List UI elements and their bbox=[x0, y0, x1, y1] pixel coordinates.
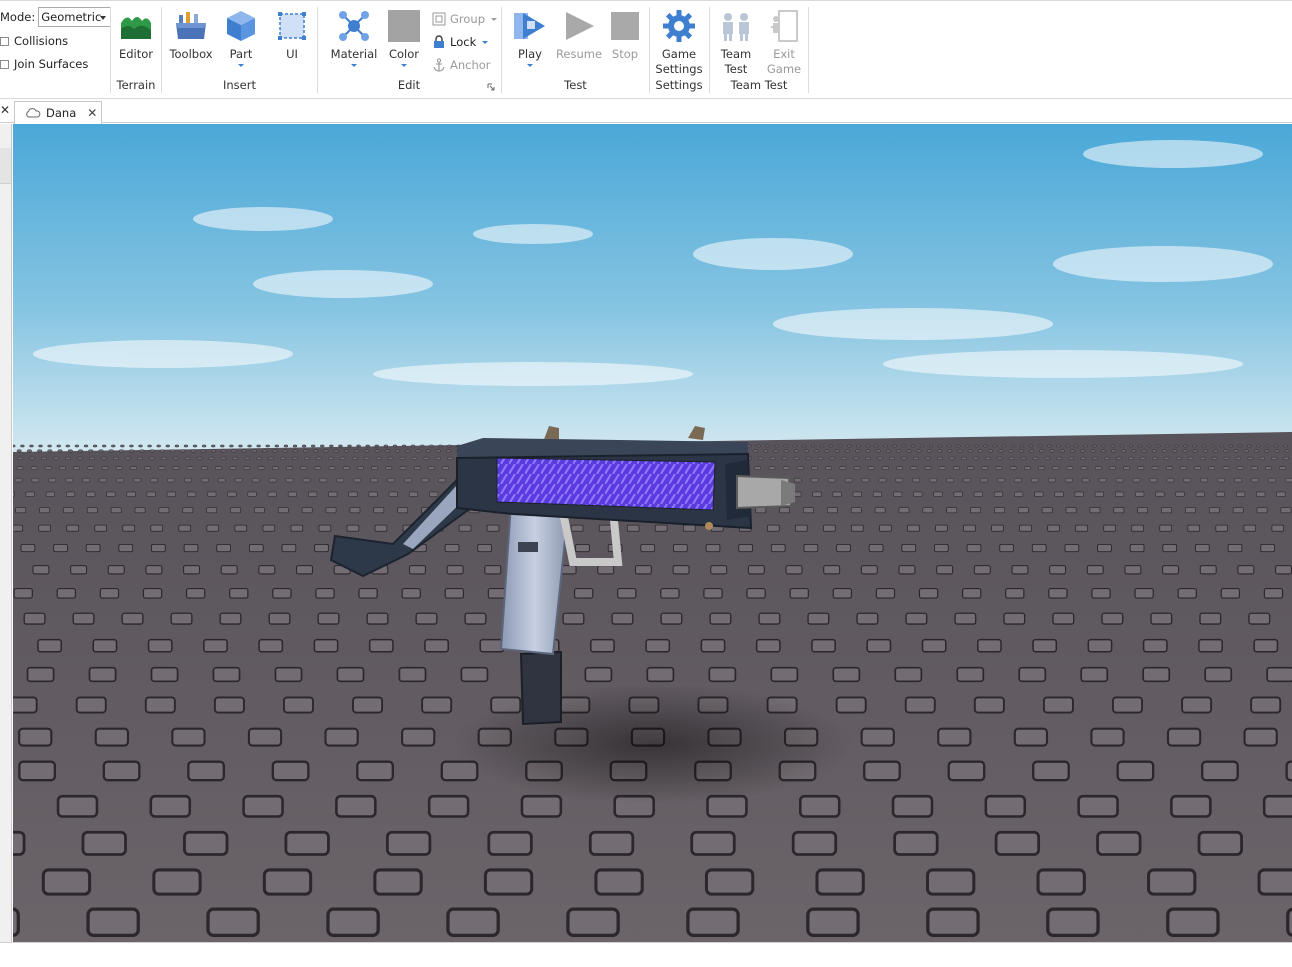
toolbox-icon bbox=[176, 12, 206, 39]
team-test-icon bbox=[723, 13, 749, 41]
exit-game-icon bbox=[771, 10, 798, 42]
color-swatch-icon bbox=[388, 10, 420, 42]
part-button[interactable]: Part bbox=[221, 9, 261, 67]
exit-game-button[interactable]: Exit Game bbox=[764, 9, 804, 77]
color-label: Color bbox=[388, 47, 420, 61]
toolbox-button[interactable]: Toolbox bbox=[168, 9, 214, 62]
team-test-label-line2: Test bbox=[724, 62, 748, 76]
exit-game-label-line2: Game bbox=[766, 62, 802, 76]
terrain-group: Editor Terrain bbox=[111, 5, 161, 95]
sky bbox=[13, 124, 1292, 459]
test-group-label: Test bbox=[564, 78, 587, 92]
status-bar bbox=[0, 942, 1292, 967]
ribbon-toolbar: Mode: Geometric Collisions Join Surfaces… bbox=[0, 0, 1292, 99]
resume-icon bbox=[566, 12, 594, 40]
team-test-group-label: Team Test bbox=[730, 78, 788, 92]
team-test-group: Team Test Exit Game Team Test bbox=[710, 5, 808, 95]
terrain-editor-label: Editor bbox=[118, 47, 154, 61]
resume-button[interactable]: Resume bbox=[554, 9, 604, 62]
anchor-button[interactable]: Anchor bbox=[432, 56, 491, 74]
ui-button[interactable]: UI bbox=[274, 9, 310, 62]
group-icon bbox=[432, 12, 446, 26]
stop-button[interactable]: Stop bbox=[606, 9, 644, 62]
exit-game-label: Exit Game bbox=[764, 47, 804, 77]
team-test-label: Team Test bbox=[716, 47, 756, 77]
terrain-editor-icon bbox=[121, 17, 151, 39]
ui-label: UI bbox=[286, 47, 298, 61]
collisions-checkbox[interactable] bbox=[0, 36, 9, 46]
play-button[interactable]: Play bbox=[510, 9, 550, 67]
gear-icon bbox=[663, 10, 695, 42]
collisions-toggle[interactable]: Collisions bbox=[0, 34, 68, 48]
game-settings-button[interactable]: Game Settings bbox=[654, 9, 704, 77]
cloud-icon bbox=[26, 108, 41, 118]
chevron-down-icon[interactable] bbox=[351, 64, 357, 67]
insert-group-label: Insert bbox=[223, 78, 256, 92]
team-test-button[interactable]: Team Test bbox=[716, 9, 756, 77]
chevron-down-icon bbox=[100, 16, 107, 20]
mode-label: Mode: bbox=[0, 10, 36, 24]
game-settings-label-line2: Settings bbox=[655, 62, 703, 76]
lock-label: Lock bbox=[450, 35, 477, 49]
collisions-label: Collisions bbox=[14, 34, 69, 48]
collapsed-side-panel[interactable] bbox=[0, 124, 12, 944]
play-icon bbox=[514, 13, 545, 39]
insert-group: Toolbox Part UI Insert bbox=[162, 5, 317, 95]
tab-dana[interactable]: Dana ✕ bbox=[14, 101, 102, 124]
toolbox-label: Toolbox bbox=[169, 47, 213, 61]
chevron-down-icon[interactable] bbox=[482, 40, 489, 44]
chevron-down-icon[interactable] bbox=[401, 64, 407, 67]
dialog-launcher-icon[interactable] bbox=[487, 83, 495, 91]
document-tab-strip: ✕ Dana ✕ bbox=[0, 99, 1292, 124]
resume-label: Resume bbox=[555, 47, 603, 61]
edit-group: Material Color Group Lock Anchor Edit bbox=[318, 5, 500, 95]
group-button[interactable]: Group bbox=[432, 10, 498, 28]
mode-row: Mode: Geometric bbox=[0, 7, 112, 27]
group-label: Group bbox=[450, 12, 486, 26]
ui-frame-icon bbox=[278, 12, 306, 40]
join-surfaces-label: Join Surfaces bbox=[14, 57, 89, 71]
side-panel-handle[interactable] bbox=[0, 148, 11, 184]
team-test-label-line1: Team bbox=[720, 47, 752, 61]
lock-icon bbox=[434, 35, 444, 48]
3d-viewport[interactable] bbox=[13, 124, 1292, 942]
close-panel-icon[interactable]: ✕ bbox=[0, 103, 10, 117]
part-label: Part bbox=[229, 47, 253, 61]
material-icon bbox=[339, 11, 369, 41]
material-button[interactable]: Material bbox=[330, 9, 378, 67]
settings-group-label: Settings bbox=[655, 78, 703, 92]
game-settings-label: Game Settings bbox=[654, 47, 704, 77]
lock-button[interactable]: Lock bbox=[432, 33, 489, 51]
game-settings-label-line1: Game bbox=[661, 47, 697, 61]
anchor-label: Anchor bbox=[450, 58, 491, 72]
chevron-down-icon[interactable] bbox=[491, 17, 498, 21]
part-cube-icon bbox=[227, 11, 255, 41]
anchor-icon bbox=[433, 58, 445, 72]
terrain-editor-button[interactable]: Editor bbox=[116, 9, 156, 62]
chevron-down-icon[interactable] bbox=[238, 64, 244, 67]
edit-group-label: Edit bbox=[397, 78, 421, 92]
gun-shadow bbox=[453, 684, 853, 804]
settings-group: Game Settings Settings bbox=[650, 5, 708, 95]
chevron-down-icon[interactable] bbox=[527, 64, 533, 67]
material-label: Material bbox=[330, 47, 378, 61]
join-surfaces-toggle[interactable]: Join Surfaces bbox=[0, 57, 88, 71]
test-group: Play Resume Stop Test bbox=[502, 5, 649, 95]
tab-dana-label: Dana bbox=[46, 106, 77, 120]
mode-dropdown[interactable]: Geometric bbox=[38, 7, 112, 27]
stop-icon bbox=[611, 12, 639, 40]
join-surfaces-checkbox[interactable] bbox=[0, 59, 9, 69]
terrain-group-label: Terrain bbox=[116, 78, 156, 92]
color-button[interactable]: Color bbox=[385, 9, 423, 67]
group-separator bbox=[808, 7, 809, 93]
play-label: Play bbox=[518, 47, 542, 61]
close-tab-icon[interactable]: ✕ bbox=[87, 106, 97, 120]
viewport-scene bbox=[13, 124, 1292, 942]
mode-value: Geometric bbox=[41, 10, 102, 24]
stop-label: Stop bbox=[611, 47, 639, 61]
exit-game-label-line1: Exit bbox=[773, 47, 795, 61]
